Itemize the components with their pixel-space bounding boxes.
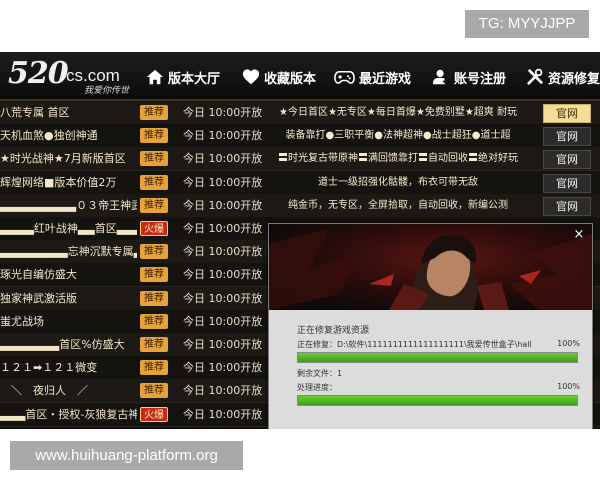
recommend-badge: 推荐: [140, 383, 168, 399]
recommend-badge: 推荐: [140, 290, 168, 306]
nav-label: 账号注册: [454, 71, 507, 87]
overall-progress-bar: [297, 395, 578, 406]
open-time: 今日 10:00开放: [183, 361, 263, 375]
hot-badge: 火爆: [140, 221, 168, 236]
server-description: 纯金币，无专区，全屏拾取，自动回收，新编公测: [288, 199, 508, 211]
official-site-button[interactable]: 官网: [543, 127, 591, 147]
recommend-badge: 推荐: [140, 267, 168, 283]
nav-label: 资源修复: [548, 71, 600, 87]
server-name: 辉煌网络■版本价值2万: [0, 175, 117, 189]
nav-label: 版本大厅: [168, 71, 221, 87]
repair-dialog: × 正在修复游戏资源 正在修复：D:\软件\111111111111111111…: [268, 223, 593, 429]
recommend-badge: 推荐: [140, 244, 168, 260]
server-row[interactable]: 辉煌网络■版本价值2万 推荐 今日 10:00开放 道士一级招强化骷髅，布衣可带无敌 官…: [0, 170, 600, 195]
open-time: 今日 10:00开放: [183, 152, 263, 166]
official-site-button[interactable]: 官网: [543, 173, 591, 193]
header-bar: 520 cs.com 我爱你传世 版本大厅 收藏版本 最近游戏 账号注册 资源修…: [0, 52, 600, 101]
open-time: 今日 10:00开放: [183, 106, 263, 119]
server-name: 琢光自编仿盛大: [0, 268, 77, 282]
server-name: 蚩尤战场: [0, 314, 44, 328]
open-time: 今日 10:00开放: [183, 222, 263, 235]
repair-progress-bar: [297, 352, 578, 363]
remaining-value: 1: [337, 369, 343, 378]
open-time: 今日 10:00开放: [183, 129, 263, 143]
repair-line: 正在修复：D:\软件\1111111111111111111\我爱传世盒子\ha…: [297, 339, 532, 350]
server-description: ★今日首区★无专区★每日首爆★免费别墅★超爽 耐玩: [278, 107, 517, 118]
server-name: 八荒专属 首区: [0, 106, 70, 119]
server-description: 〓时光复古带原神〓满回馈靠打〓自动回收〓绝对好玩: [278, 153, 518, 165]
repair-percent: 100%: [557, 339, 580, 348]
remaining-label: 剩余文件：: [297, 369, 337, 378]
open-time: 今日 10:00开放: [183, 291, 263, 305]
open-time: 今日 10:00开放: [183, 198, 263, 212]
server-row[interactable]: ▃▃▃▃▃▃▃▃▃０３帝王神武 推荐 今日 10:00开放 纯金币，无专区，全屏拾取，…: [0, 193, 600, 218]
logo[interactable]: 520 cs.com 我爱你传世: [8, 56, 138, 96]
recommend-badge: 推荐: [140, 128, 168, 144]
dialog-title: 正在修复游戏资源: [297, 326, 370, 336]
nav-version-hall[interactable]: 版本大厅: [146, 66, 220, 88]
nav-favorites[interactable]: 收藏版本: [242, 66, 316, 88]
open-time: 今日 10:00开放: [183, 314, 263, 328]
server-name: １２１➡１２１微变: [0, 361, 98, 375]
recommend-badge: 推荐: [140, 197, 168, 213]
recommend-badge: 推荐: [140, 360, 168, 376]
dialog-banner: ×: [269, 224, 592, 310]
server-row[interactable]: 天机血煞●独创神通 推荐 今日 10:00开放 装备靠打●三职平衡●法神超神●战士超狂…: [0, 124, 600, 149]
recommend-badge: 推荐: [140, 313, 168, 329]
recommend-badge: 推荐: [140, 174, 168, 190]
repair-progress-fill: [298, 353, 577, 362]
server-name: ▃▃▃▃▃▃▃▃忘神沉默专属▃▃: [0, 245, 137, 259]
warrior-artwork: [269, 229, 592, 310]
open-time: 今日 10:00开放: [183, 407, 263, 421]
server-description: 道士一级招强化骷髅，布衣可带无敌: [318, 176, 478, 188]
tools-icon: [527, 68, 543, 85]
server-description: 装备靠打●三职平衡●法神超神●战士超狂●道士超: [285, 130, 511, 142]
progress-label: 处理进度：: [297, 383, 337, 392]
official-site-button[interactable]: 官网: [543, 104, 591, 123]
open-time: 今日 10:00开放: [183, 268, 263, 282]
server-name: ▃▃▃▃红叶战神▃▃首区▃▃▃: [0, 222, 137, 235]
repair-label: 正在修复：: [297, 340, 337, 349]
server-name: ＼ 夜归人 ／: [0, 384, 88, 398]
server-name: 独家神武激活版: [0, 291, 77, 305]
hot-badge: 火爆: [140, 406, 168, 422]
close-icon[interactable]: ×: [572, 228, 586, 242]
server-name: ▃▃▃▃▃▃▃▃▃０３帝王神武: [0, 198, 137, 212]
recommend-badge: 推荐: [140, 337, 168, 352]
nav-recent-games[interactable]: 最近游戏: [334, 66, 411, 88]
overall-percent: 100%: [557, 382, 580, 391]
game-launcher-window: 520 cs.com 我爱你传世 版本大厅 收藏版本 最近游戏 账号注册 资源修…: [0, 52, 600, 429]
nav-account-register[interactable]: 账号注册: [432, 66, 506, 88]
gamepad-icon: [334, 70, 355, 84]
home-icon: [146, 69, 164, 85]
server-name: 天机血煞●独创神通: [0, 129, 98, 143]
nav-label: 最近游戏: [359, 71, 412, 87]
user-icon: [432, 69, 449, 85]
nav-label: 收藏版本: [264, 71, 317, 87]
logo-number: 520: [8, 56, 69, 91]
server-row[interactable]: 八荒专属 首区 推荐 今日 10:00开放 ★今日首区★无专区★每日首爆★免费别墅★超…: [0, 101, 600, 125]
server-row[interactable]: ★时光战神★7月新版首区 推荐 今日 10:00开放 〓时光复古带原神〓满回馈靠打〓自…: [0, 147, 600, 172]
remaining-line: 剩余文件：1: [297, 368, 342, 379]
recommend-badge: 推荐: [140, 105, 168, 120]
server-name: ▃▃▃▃▃▃▃首区%仿盛大: [0, 338, 125, 351]
watermark-top: TG: MYYJJPP: [465, 10, 589, 38]
watermark-bottom: www.huihuang-platform.org: [10, 441, 243, 470]
heart-icon: [242, 69, 260, 85]
open-time: 今日 10:00开放: [183, 245, 263, 259]
recommend-badge: 推荐: [140, 151, 168, 167]
open-time: 今日 10:00开放: [183, 384, 263, 398]
nav-resource-repair[interactable]: 资源修复: [526, 66, 600, 88]
logo-slogan: 我爱你传世: [84, 86, 130, 96]
official-site-button[interactable]: 官网: [543, 196, 591, 216]
server-name: ★时光战神★7月新版首区: [0, 152, 126, 166]
server-name: ▃▃▃首区・授权-灰狼复古神武: [0, 407, 137, 421]
open-time: 今日 10:00开放: [183, 338, 263, 351]
official-site-button[interactable]: 官网: [543, 150, 591, 170]
repair-path: D:\软件\1111111111111111111\我爱传世盒子\hall: [337, 340, 532, 349]
overall-progress-fill: [298, 396, 577, 405]
open-time: 今日 10:00开放: [183, 175, 263, 189]
